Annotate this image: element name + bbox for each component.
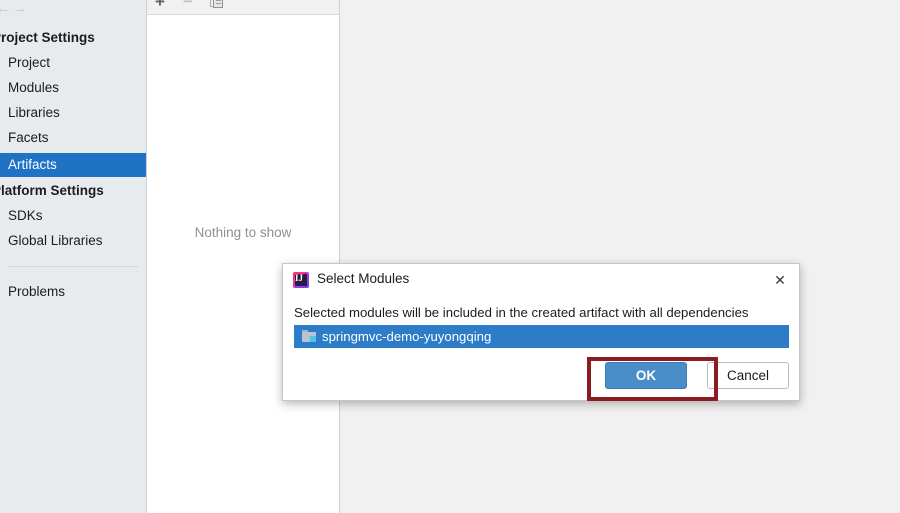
artifacts-toolbar: + − — [147, 0, 339, 15]
plus-icon[interactable]: + — [155, 0, 165, 10]
sidebar-divider — [8, 266, 138, 267]
sidebar-item-project[interactable]: Project — [0, 51, 146, 75]
cancel-button[interactable]: Cancel — [707, 362, 789, 389]
sidebar-item-artifacts[interactable]: Artifacts — [0, 153, 146, 177]
arrow-right-icon[interactable]: → — [12, 1, 27, 16]
sidebar-group-title-project-settings: Project Settings — [0, 30, 95, 45]
empty-state-label: Nothing to show — [194, 225, 292, 240]
copy-icon-glyph — [210, 0, 224, 9]
dialog-description: Selected modules will be included in the… — [294, 305, 749, 320]
intellij-idea-icon-letters: IJ — [294, 273, 303, 283]
app-window: ← → Project Settings Project Modules Lib… — [0, 0, 900, 513]
settings-sidebar: ← → Project Settings Project Modules Lib… — [0, 0, 147, 513]
module-label: springmvc-demo-yuyongqing — [322, 329, 492, 344]
sidebar-item-facets[interactable]: Facets — [0, 126, 146, 150]
sidebar-item-modules[interactable]: Modules — [0, 76, 146, 100]
sidebar-group-title-platform-settings: Platform Settings — [0, 183, 104, 198]
list-item[interactable]: springmvc-demo-yuyongqing — [294, 325, 789, 348]
artifacts-panel: + − Nothing to show — [147, 0, 340, 513]
module-list[interactable]: springmvc-demo-yuyongqing — [294, 325, 789, 348]
dialog-title: Select Modules — [317, 271, 410, 286]
sidebar-item-libraries[interactable]: Libraries — [0, 101, 146, 125]
sidebar-item-sdks[interactable]: SDKs — [0, 204, 146, 228]
arrow-left-icon[interactable]: ← — [0, 1, 11, 16]
select-modules-dialog: IJ Select Modules ✕ Selected modules wil… — [282, 263, 800, 401]
sidebar-nav-toolbar: ← → — [0, 0, 146, 18]
copy-icon[interactable] — [210, 0, 224, 12]
minus-icon[interactable]: − — [183, 0, 193, 10]
close-icon[interactable]: ✕ — [769, 270, 791, 290]
right-background-pane — [340, 0, 900, 513]
dialog-title-bar: IJ Select Modules ✕ — [283, 264, 799, 296]
sidebar-item-problems[interactable]: Problems — [0, 280, 146, 304]
module-icon — [302, 330, 316, 342]
intellij-idea-icon: IJ — [293, 272, 309, 288]
sidebar-item-global-libraries[interactable]: Global Libraries — [0, 229, 146, 253]
ok-button[interactable]: OK — [605, 362, 687, 389]
